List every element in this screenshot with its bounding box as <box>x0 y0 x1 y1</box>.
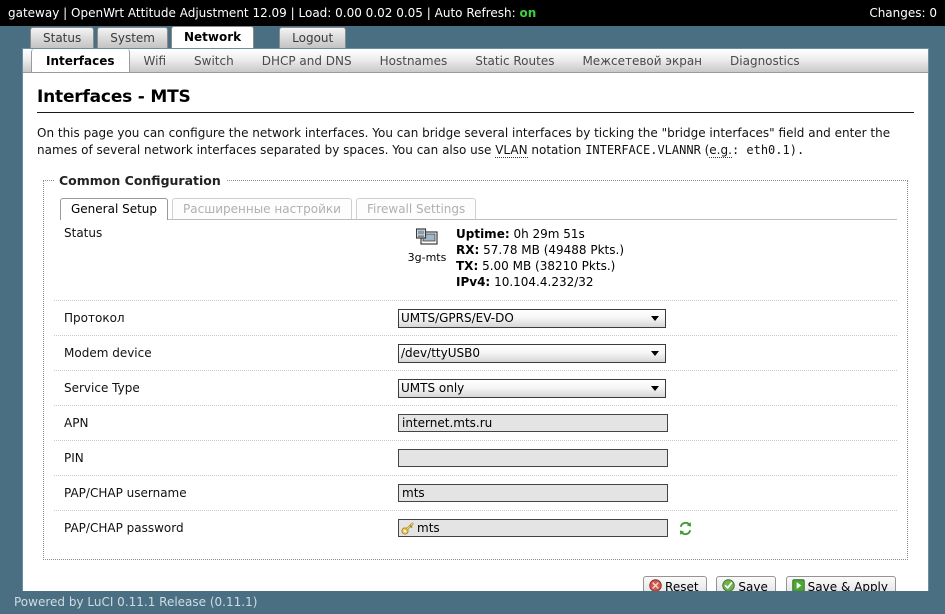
service-type-row: Service Type UMTS only <box>54 371 897 406</box>
protocol-select-wrap: UMTS/GPRS/EV-DO <box>398 308 666 328</box>
main-tab-status[interactable]: Status <box>30 27 95 48</box>
modem-device-select[interactable]: /dev/ttyUSB0 <box>398 343 666 363</box>
pin-field <box>398 449 893 467</box>
sub-tab-hostnames[interactable]: Hostnames <box>366 49 462 72</box>
ethernet-icon <box>398 228 456 249</box>
modem-device-row: Modem device /dev/ttyUSB0 <box>54 336 897 371</box>
main-tab-network[interactable]: Network <box>171 26 255 48</box>
username-field <box>398 484 893 502</box>
vlan-abbreviation: VLAN <box>495 143 528 158</box>
unsaved-changes-counter[interactable]: Changes: 0 <box>869 6 937 20</box>
service-type-label: Service Type <box>64 381 140 395</box>
protocol-label: Протокол <box>64 311 125 325</box>
description-text-2: notation <box>527 143 586 157</box>
ipv4-label: IPv4: <box>456 275 491 289</box>
page-body: Interfaces - MTS On this page you can co… <box>23 73 928 606</box>
vlan-notation-example: INTERFACE.VLANNR <box>585 143 701 157</box>
eg-abbreviation: e.g. <box>709 143 732 158</box>
apn-field <box>398 414 893 432</box>
username-row: PAP/CHAP username <box>54 476 897 511</box>
top-status-bar: gateway | OpenWrt Attitude Adjustment 12… <box>0 0 945 26</box>
pin-row: PIN <box>54 441 897 476</box>
ipv4-value: 10.104.4.232/32 <box>494 275 594 289</box>
password-row: PAP/CHAP password <box>54 511 897 545</box>
tx-value: 5.00 MB (38210 Pkts.) <box>482 259 616 273</box>
reveal-password-button[interactable] <box>678 521 693 536</box>
page-title: Interfaces - MTS <box>37 87 914 113</box>
rx-value: 57.78 MB (49488 Pkts.) <box>483 243 625 257</box>
common-configuration-section: Common Configuration General Setup Расши… <box>43 173 908 560</box>
section-tab-general-setup[interactable]: General Setup <box>60 198 169 220</box>
section-tab-advanced-settings[interactable]: Расширенные настройки <box>172 198 352 219</box>
sub-tab-dhcp-and-dns[interactable]: DHCP and DNS <box>248 49 366 72</box>
apn-input[interactable] <box>398 414 668 432</box>
sub-tab-firewall[interactable]: Межсетевой экран <box>568 49 716 72</box>
password-input[interactable] <box>398 519 668 537</box>
modem-device-field: /dev/ttyUSB0 <box>398 343 893 363</box>
rx-label: RX: <box>456 243 480 257</box>
page-footer: Powered by LuCI 0.11.1 Release (0.11.1) <box>0 591 945 614</box>
main-tab-logout[interactable]: Logout <box>279 27 347 48</box>
username-label: PAP/CHAP username <box>64 486 187 500</box>
system-load: Load: 0.00 0.02 0.05 <box>298 6 423 20</box>
rx-line: RX: 57.78 MB (49488 Pkts.) <box>456 242 624 258</box>
main-navigation: Status System Network Logout <box>0 26 945 48</box>
content-container: Interfaces Wifi Switch DHCP and DNS Host… <box>22 48 929 607</box>
separator-3: | <box>426 6 431 20</box>
service-type-select-wrap: UMTS only <box>398 378 666 398</box>
uptime-line: Uptime: 0h 29m 51s <box>456 226 624 242</box>
pin-input[interactable] <box>398 449 668 467</box>
apn-label: APN <box>64 416 89 430</box>
ipv4-line: IPv4: 10.104.4.232/32 <box>456 274 624 290</box>
modem-device-label: Modem device <box>64 346 152 360</box>
service-type-select[interactable]: UMTS only <box>398 378 666 398</box>
firmware-version: OpenWrt Attitude Adjustment 12.09 <box>71 6 287 20</box>
interface-name: 3g-mts <box>407 251 447 264</box>
hostname: gateway <box>8 6 60 20</box>
footer-text: Powered by LuCI 0.11.1 Release (0.11.1) <box>14 595 258 609</box>
status-label: Status <box>64 226 103 240</box>
uptime-label: Uptime: <box>456 227 510 241</box>
protocol-field: UMTS/GPRS/EV-DO <box>398 308 893 328</box>
pin-label: PIN <box>64 451 84 465</box>
section-legend: Common Configuration <box>59 173 221 188</box>
password-input-wrap <box>398 519 668 537</box>
status-row: Status 3g-mts Uptime: 0h 29m 51s RX: 57.… <box>54 220 897 301</box>
sub-tab-switch[interactable]: Switch <box>180 49 248 72</box>
sub-navigation: Interfaces Wifi Switch DHCP and DNS Host… <box>23 49 928 73</box>
status-field: 3g-mts Uptime: 0h 29m 51s RX: 57.78 MB (… <box>398 224 893 290</box>
section-tab-firewall-settings[interactable]: Firewall Settings <box>355 198 477 219</box>
top-status-left: gateway | OpenWrt Attitude Adjustment 12… <box>8 6 536 20</box>
username-input[interactable] <box>398 484 668 502</box>
modem-device-select-wrap: /dev/ttyUSB0 <box>398 343 666 363</box>
sub-tab-static-routes[interactable]: Static Routes <box>461 49 568 72</box>
interface-statistics: Uptime: 0h 29m 51s RX: 57.78 MB (49488 P… <box>456 224 624 290</box>
auto-refresh-toggle[interactable]: on <box>520 6 537 20</box>
tx-line: TX: 5.00 MB (38210 Pkts.) <box>456 258 624 274</box>
uptime-value: 0h 29m 51s <box>513 227 585 241</box>
interface-icon-block: 3g-mts <box>398 224 456 264</box>
service-type-field: UMTS only <box>398 378 893 398</box>
auto-refresh-label: Auto Refresh: <box>434 6 516 20</box>
apn-row: APN <box>54 406 897 441</box>
main-tab-list: Status System Network Logout <box>30 26 945 48</box>
password-label: PAP/CHAP password <box>64 521 184 535</box>
tx-label: TX: <box>456 259 479 273</box>
section-tab-list: General Setup Расширенные настройки Fire… <box>60 198 897 220</box>
interface-status-box: 3g-mts Uptime: 0h 29m 51s RX: 57.78 MB (… <box>398 224 624 290</box>
description-text-4: : eth0.1). <box>731 143 805 157</box>
sub-tab-wifi[interactable]: Wifi <box>130 49 181 72</box>
page-description: On this page you can configure the netwo… <box>37 125 914 159</box>
sub-tab-list: Interfaces Wifi Switch DHCP and DNS Host… <box>31 49 928 72</box>
sub-tab-interfaces[interactable]: Interfaces <box>31 49 130 72</box>
protocol-select[interactable]: UMTS/GPRS/EV-DO <box>398 308 666 328</box>
main-tab-system[interactable]: System <box>97 27 168 48</box>
separator-1: | <box>63 6 68 20</box>
password-field <box>398 519 893 537</box>
sub-tab-diagnostics[interactable]: Diagnostics <box>716 49 814 72</box>
separator-2: | <box>290 6 295 20</box>
protocol-row: Протокол UMTS/GPRS/EV-DO <box>54 301 897 336</box>
